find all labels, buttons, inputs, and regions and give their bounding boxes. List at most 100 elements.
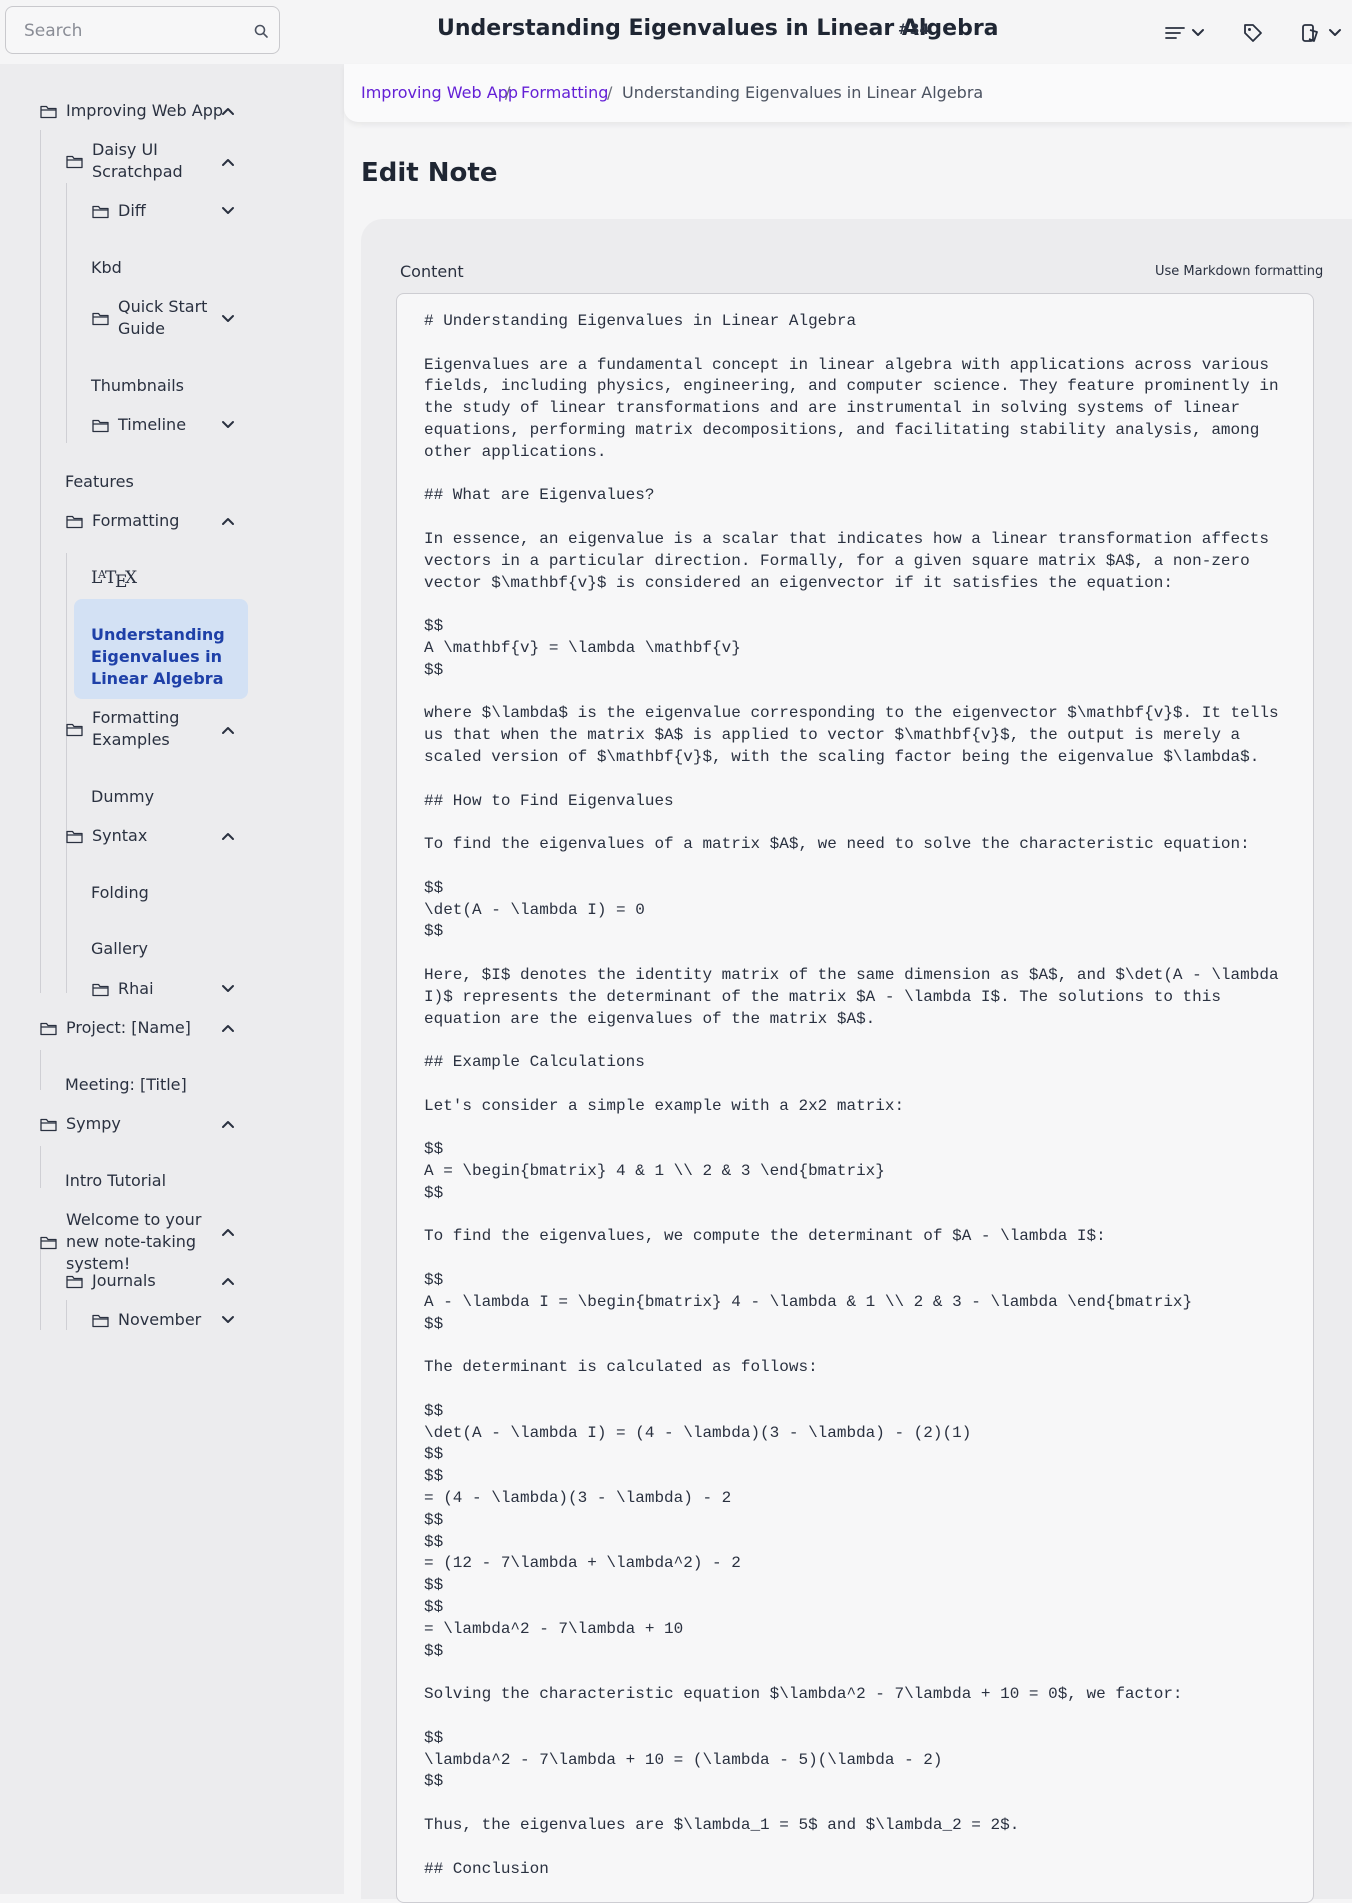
menu-lines-icon <box>1165 27 1185 39</box>
folder-icon <box>92 1314 109 1327</box>
folder-icon <box>92 419 109 432</box>
sidebar-item-label: Folding <box>91 883 149 902</box>
sidebar-item-timeline[interactable]: Timeline <box>92 414 186 436</box>
sidebar-item-diff[interactable]: Diff <box>92 200 146 222</box>
search-icon[interactable] <box>253 23 269 39</box>
sidebar-item-thumbnails[interactable]: Thumbnails <box>91 375 184 397</box>
chevron-down-icon <box>1192 29 1204 36</box>
chevron-up-icon[interactable] <box>221 1227 235 1237</box>
sidebar-item-daisy-ui-scratchpad[interactable]: Daisy UI Scratchpad <box>66 139 216 183</box>
breadcrumb-separator: / <box>505 83 511 102</box>
sidebar-item-project[interactable]: Project: [Name] <box>40 1017 191 1039</box>
sidebar-item-folding[interactable]: Folding <box>91 882 149 904</box>
sidebar-item-meeting[interactable]: Meeting: [Title] <box>65 1074 187 1096</box>
sidebar-item-label: Meeting: [Title] <box>65 1075 187 1094</box>
tree-guide-line <box>40 1050 41 1090</box>
tags-button[interactable] <box>1242 18 1264 48</box>
content-label: Content <box>400 262 464 281</box>
note-id-badge: #34 <box>898 22 930 38</box>
sidebar-item-quick-start-guide[interactable]: Quick Start Guide <box>92 296 222 340</box>
sidebar-item-november[interactable]: November <box>92 1309 201 1331</box>
chevron-up-icon[interactable] <box>221 725 235 735</box>
sidebar-item-label: November <box>118 1310 202 1329</box>
breadcrumb-current: Understanding Eigenvalues in Linear Alge… <box>622 83 984 102</box>
folder-icon <box>40 1236 57 1249</box>
chevron-down-icon <box>1329 29 1341 36</box>
sidebar-item-intro-tutorial[interactable]: Intro Tutorial <box>65 1170 166 1192</box>
sidebar-item-gallery[interactable]: Gallery <box>91 938 148 960</box>
folder-icon <box>66 723 83 736</box>
breadcrumb-link[interactable]: Improving Web App <box>361 83 518 102</box>
sidebar-item-label: Timeline <box>118 415 187 434</box>
sidebar-item-label: Kbd <box>91 258 122 277</box>
sidebar-item-kbd[interactable]: Kbd <box>91 257 122 279</box>
chevron-up-icon[interactable] <box>221 106 235 116</box>
tree-guide-line <box>40 1146 41 1188</box>
sidebar-item-label: Welcome to your new note-taking system! <box>66 1210 202 1273</box>
sidebar-item-journals[interactable]: Journals <box>66 1270 156 1292</box>
folder-icon <box>66 155 83 168</box>
tree-guide-line <box>40 130 41 993</box>
content-editor[interactable]: # Understanding Eigenvalues in Linear Al… <box>396 293 1314 1903</box>
sidebar-item-label: Gallery <box>91 939 148 958</box>
sidebar-item-welcome[interactable]: Welcome to your new note-taking system! <box>40 1209 230 1275</box>
folder-icon <box>92 983 109 996</box>
outline-menu-button[interactable] <box>1165 18 1205 48</box>
sidebar-item-label: Sympy <box>66 1114 121 1133</box>
sidebar-item-improving-web-app[interactable]: Improving Web App <box>40 100 223 122</box>
folder-icon <box>40 105 57 118</box>
sidebar-item-label: Understanding Eigenvalues in Linear Alge… <box>91 625 225 688</box>
sidebar-item-sympy[interactable]: Sympy <box>40 1113 121 1135</box>
theme-icon <box>1302 24 1318 42</box>
folder-icon <box>40 1118 57 1131</box>
chevron-down-icon[interactable] <box>221 984 235 994</box>
top-bar: Understanding Eigenvalues in Linear Alge… <box>0 0 1352 64</box>
sidebar-item-label: Syntax <box>92 826 148 845</box>
sidebar-item-formatting[interactable]: Formatting <box>66 510 179 532</box>
tag-icon <box>1244 24 1262 42</box>
sidebar-item-label: Diff <box>118 201 146 220</box>
chevron-down-icon[interactable] <box>221 206 235 216</box>
editor-text[interactable]: # Understanding Eigenvalues in Linear Al… <box>424 311 1304 1880</box>
sidebar-item-label: Quick Start Guide <box>118 297 208 338</box>
chevron-up-icon[interactable] <box>221 516 235 526</box>
chevron-up-icon[interactable] <box>221 1119 235 1129</box>
chevron-up-icon[interactable] <box>221 157 235 167</box>
sidebar-item-label: Features <box>65 472 134 491</box>
folder-icon <box>66 515 83 528</box>
chevron-up-icon[interactable] <box>221 1276 235 1286</box>
breadcrumb-separator: / <box>607 83 613 102</box>
folder-icon <box>66 830 83 843</box>
sidebar-item-dummy[interactable]: Dummy <box>91 786 154 808</box>
folder-icon <box>92 312 109 325</box>
chevron-up-icon[interactable] <box>221 831 235 841</box>
chevron-down-icon[interactable] <box>221 314 235 324</box>
sidebar-item-label: Daisy UI Scratchpad <box>92 140 183 181</box>
chevron-down-icon[interactable] <box>221 1315 235 1325</box>
theme-button[interactable] <box>1300 18 1342 48</box>
sidebar-item-label: Journals <box>92 1271 156 1290</box>
sidebar-item-label: Intro Tutorial <box>65 1171 167 1190</box>
sidebar-item-features[interactable]: Features <box>65 471 134 493</box>
tree-guide-line <box>66 1300 67 1330</box>
chevron-up-icon[interactable] <box>221 1023 235 1033</box>
sidebar-item-rhai[interactable]: Rhai <box>92 978 154 1000</box>
folder-icon <box>40 1022 57 1035</box>
sidebar-item-label: Rhai <box>118 979 154 998</box>
sidebar-item-label: Formatting <box>92 511 180 530</box>
svg-text:X: X <box>125 568 138 588</box>
sidebar-item-syntax[interactable]: Syntax <box>66 825 147 847</box>
tree-guide-line <box>66 183 67 443</box>
search-box[interactable] <box>5 6 280 54</box>
sidebar-item-latex[interactable]: L A T E X <box>91 566 139 590</box>
folder-icon <box>66 1275 83 1288</box>
sidebar-item-understanding-eigenvalues[interactable]: Understanding Eigenvalues in Linear Alge… <box>74 599 248 699</box>
sidebar-item-label: Project: [Name] <box>66 1018 191 1037</box>
search-input[interactable] <box>22 18 246 44</box>
markdown-hint: Use Markdown formatting <box>1155 264 1324 279</box>
tree-guide-line <box>66 553 67 993</box>
sidebar-item-formatting-examples[interactable]: Formatting Examples <box>66 707 216 751</box>
chevron-down-icon[interactable] <box>221 420 235 430</box>
breadcrumb-link[interactable]: Formatting <box>521 83 608 102</box>
page-title: Edit Note <box>361 158 498 188</box>
